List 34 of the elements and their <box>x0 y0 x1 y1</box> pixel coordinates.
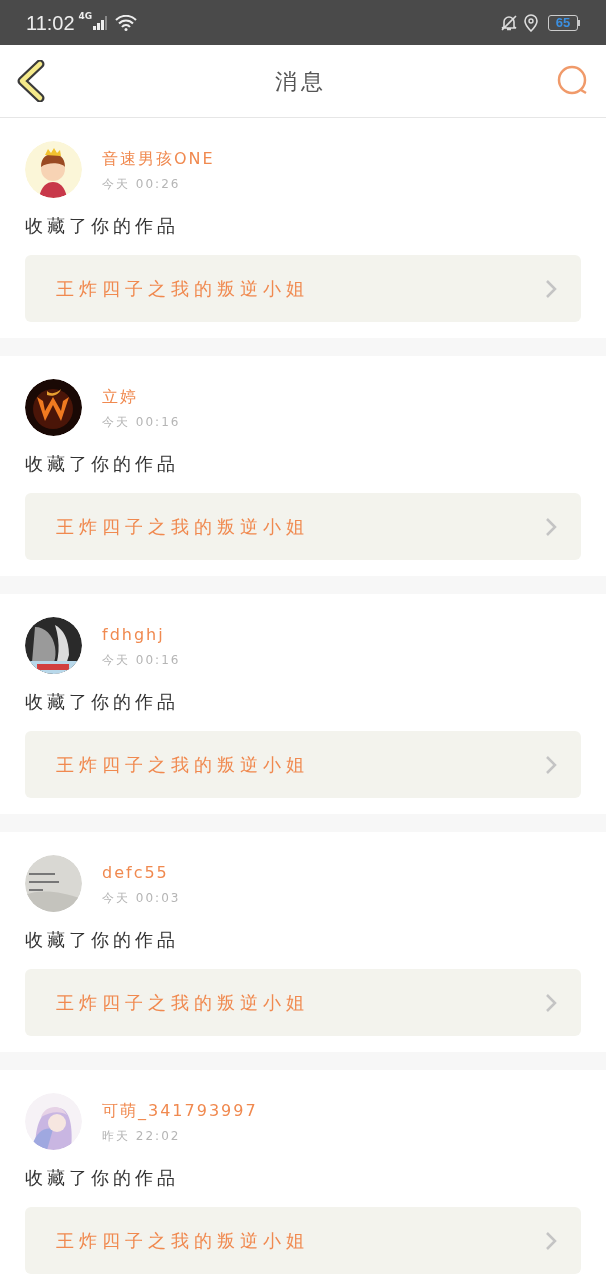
work-link[interactable]: 王炸四子之我的叛逆小姐 <box>25 255 581 322</box>
message-time: 今天 00:03 <box>102 889 181 907</box>
message-time: 今天 00:16 <box>102 651 181 669</box>
wifi-icon <box>115 14 138 31</box>
chevron-right-icon <box>545 278 557 299</box>
bell-off-icon <box>500 13 518 32</box>
message-text: 收藏了你的作品 <box>25 928 180 952</box>
page-title: 消息 <box>275 67 327 96</box>
status-time: 11:02 <box>26 10 75 36</box>
back-button[interactable] <box>16 60 46 102</box>
message-time: 今天 00:16 <box>102 413 181 431</box>
work-link[interactable]: 王炸四子之我的叛逆小姐 <box>25 1207 581 1274</box>
work-link[interactable]: 王炸四子之我的叛逆小姐 <box>25 969 581 1036</box>
message-text: 收藏了你的作品 <box>25 1166 180 1190</box>
chevron-right-icon <box>545 1230 557 1251</box>
message-text: 收藏了你的作品 <box>25 690 180 714</box>
chevron-right-icon <box>545 754 557 775</box>
user-name[interactable]: fdhghj <box>102 622 181 647</box>
message-time: 昨天 22:02 <box>102 1127 182 1145</box>
user-name[interactable]: defc55 <box>102 860 181 885</box>
work-link[interactable]: 王炸四子之我的叛逆小姐 <box>25 731 581 798</box>
location-icon <box>524 13 538 32</box>
network-label: 4G <box>78 9 93 23</box>
user-name[interactable]: 立婷 <box>102 384 181 409</box>
chevron-right-icon <box>545 992 557 1013</box>
signal-icon <box>93 15 108 30</box>
battery-icon: 65 <box>548 14 580 31</box>
message-time: 今天 00:26 <box>102 175 182 193</box>
message-text: 收藏了你的作品 <box>25 452 180 476</box>
user-name[interactable]: 音速男孩ONE <box>102 146 215 171</box>
work-link[interactable]: 王炸四子之我的叛逆小姐 <box>25 493 581 560</box>
message-text: 收藏了你的作品 <box>25 214 180 238</box>
user-name[interactable]: 可萌_341793997 <box>102 1098 258 1123</box>
chevron-right-icon <box>545 516 557 537</box>
